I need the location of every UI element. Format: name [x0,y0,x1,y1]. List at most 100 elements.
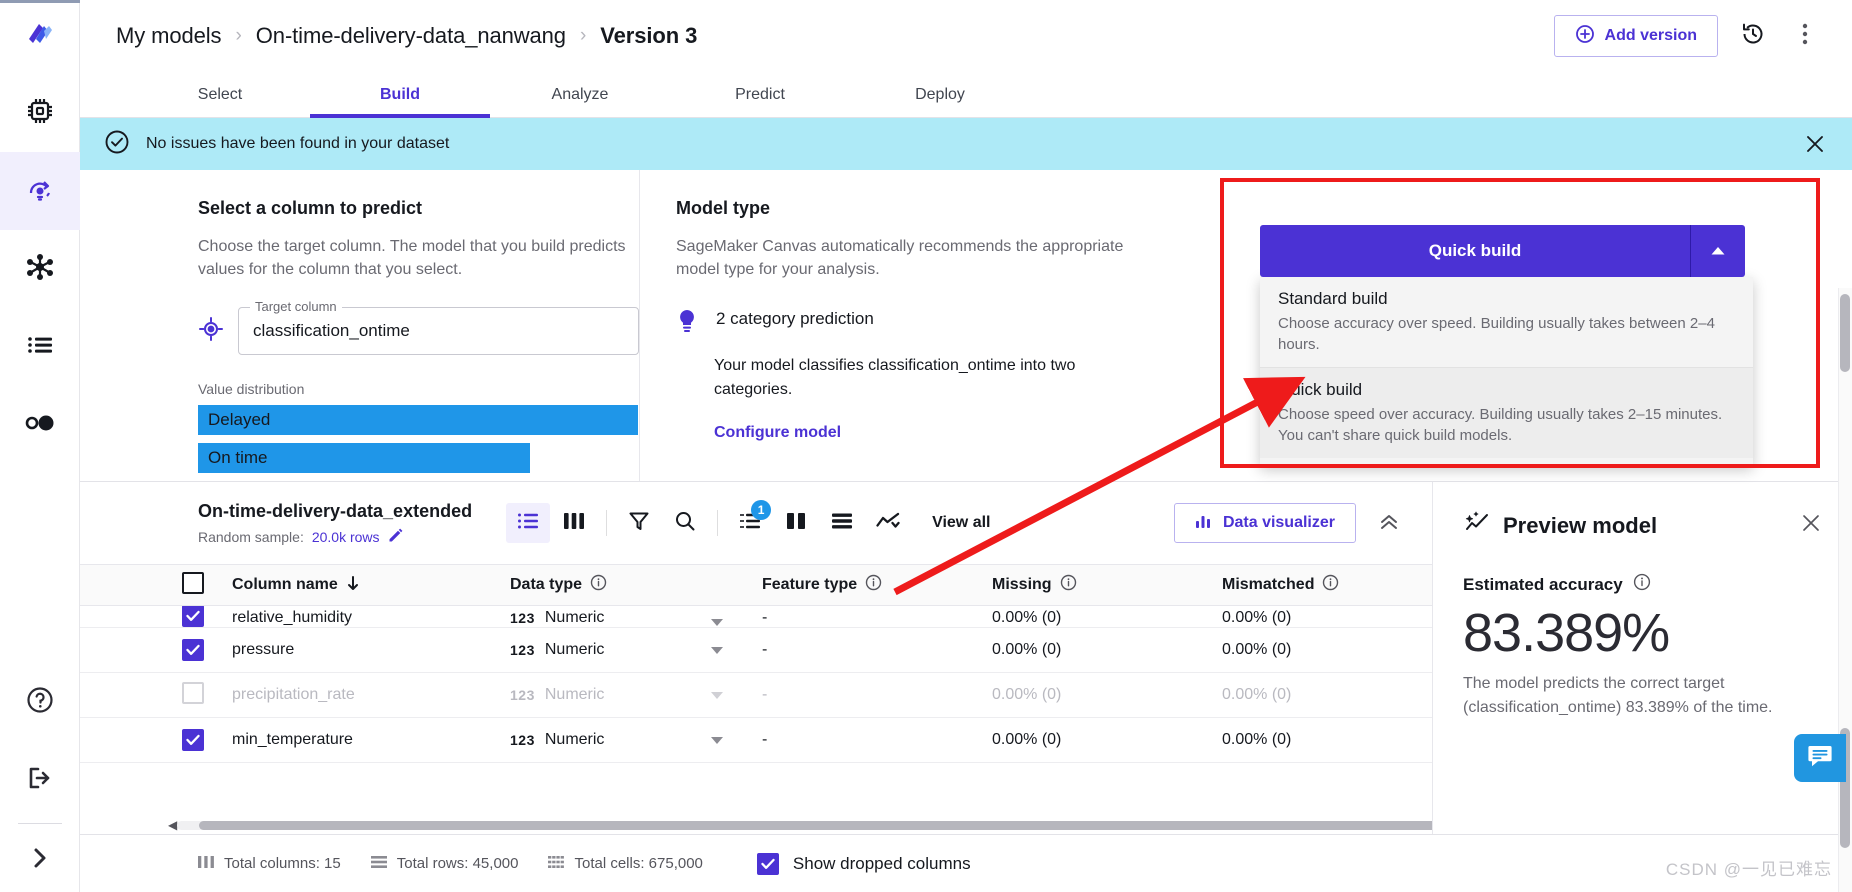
show-dropped-checkbox[interactable] [756,852,779,875]
th-data-type[interactable]: Data type [510,574,762,596]
tool-trend-chart[interactable] [866,503,910,543]
row-select-cell [182,729,232,752]
th-column-name[interactable]: Column name [232,575,510,596]
tool-ordered-list[interactable]: 1 [728,500,772,543]
info-icon[interactable] [1322,574,1339,596]
menu-item-title: Quick build [1278,380,1363,399]
version-history-button[interactable] [1736,19,1770,53]
double-chevron-up-icon [1377,509,1401,538]
build-dropdown-toggle[interactable] [1690,225,1745,277]
th-mismatched[interactable]: Mismatched [1222,574,1452,596]
tab-select[interactable]: Select [130,72,310,117]
info-icon[interactable] [1060,574,1077,596]
tab-analyze[interactable]: Analyze [490,72,670,117]
estimated-accuracy-value: 83.389% [1463,603,1670,664]
kebab-menu-icon [1802,22,1808,51]
pencil-icon[interactable] [388,528,403,546]
build-content: Select a column to predict Choose the ta… [80,170,1852,892]
tool-list-view[interactable] [506,503,551,544]
breadcrumb-item-dataset[interactable]: On-time-delivery-data_nanwang [256,23,566,49]
data-type-dropdown[interactable] [710,646,762,655]
target-column-panel: Select a column to predict Choose the ta… [80,170,640,482]
row-checkbox[interactable] [182,729,204,752]
tab-predict[interactable]: Predict [670,72,850,117]
data-type-label: Numeric [544,731,605,749]
view-all-link[interactable]: View all [932,514,990,532]
sidebar-item-network[interactable] [0,230,80,308]
quick-build-button[interactable]: Quick build [1260,225,1745,277]
configure-model-link[interactable]: Configure model [714,424,1200,442]
table-row[interactable]: min_temperature 123 Numeric - 0.00% (0) … [80,718,1432,764]
sample-value[interactable]: 20.0k rows [312,529,380,545]
row-checkbox[interactable] [182,681,204,704]
footer-label: Total cells: 675,000 [574,855,703,872]
data-type-dropdown[interactable] [710,736,762,745]
cell-feature-type: - [762,641,768,659]
collapse-panel-button[interactable] [1372,506,1406,540]
show-dropped-columns-toggle[interactable]: Show dropped columns [756,852,971,875]
row-checkbox[interactable] [182,639,204,662]
left-sidebar [0,0,80,892]
page-vertical-scrollbar[interactable] [1838,288,1852,892]
numeric-badge: 123 [510,687,535,704]
scroll-thumb-top[interactable] [1840,294,1850,372]
scroll-track[interactable] [177,820,1500,830]
add-version-label: Add version [1604,27,1697,44]
dataset-toolbar: On-time-delivery-data_extended Random sa… [80,482,1432,564]
sidebar-item-logo[interactable] [0,0,80,74]
tool-search[interactable] [663,503,707,543]
menu-item-quick-build[interactable]: Quick build Choose speed over accuracy. … [1260,368,1753,458]
sidebar-item-models[interactable] [0,152,80,230]
sidebar-item-expand[interactable] [0,828,80,892]
tab-label: Predict [735,85,785,103]
breadcrumb: My models › On-time-delivery-data_nanwan… [116,23,697,49]
data-type-dropdown[interactable] [710,691,762,700]
th-missing[interactable]: Missing [992,574,1222,596]
sidebar-item-chip[interactable] [0,74,80,152]
chat-bubble-icon [1807,744,1833,773]
table-horizontal-scrollbar[interactable]: ◀ [80,816,1500,834]
tool-columns-view[interactable] [552,503,596,543]
sidebar-item-list[interactable] [0,308,80,386]
breadcrumb-item-my-models[interactable]: My models [116,23,222,49]
sidebar-item-logout[interactable] [0,741,80,819]
sidebar-item-help[interactable] [0,663,80,741]
tool-split-view[interactable] [774,503,818,543]
scroll-left-arrow[interactable]: ◀ [168,818,177,832]
cell-column-name: pressure [232,641,295,659]
info-icon[interactable] [1633,573,1651,596]
table-body[interactable]: relative_humidity 123 Numeric - 0.00% (0… [80,606,1432,816]
tab-build[interactable]: Build [310,72,490,118]
sparkle-chart-icon [1463,510,1491,541]
table-row[interactable]: relative_humidity 123 Numeric - 0.00% (0… [80,606,1432,629]
circles-icon [23,410,57,441]
sidebar-item-toggle[interactable] [0,386,80,464]
target-column-field[interactable]: Target column classification_ontime [238,299,639,356]
tool-rows[interactable] [820,503,864,543]
add-version-button[interactable]: Add version [1553,15,1718,57]
menu-item-standard-build[interactable]: Standard build Choose accuracy over spee… [1260,277,1753,368]
tool-filter[interactable] [617,503,661,543]
tab-deploy[interactable]: Deploy [850,72,1030,117]
cell-data-type: 123 Numeric [510,609,710,627]
th-feature-type[interactable]: Feature type [762,574,992,596]
dataset-name: On-time-delivery-data_extended [198,500,473,521]
info-icon[interactable] [590,574,607,596]
chat-support-button[interactable] [1794,734,1846,782]
table-row[interactable]: precipitation_rate 123 Numeric - 0.00% (… [80,673,1432,719]
more-options-button[interactable] [1788,19,1822,53]
row-checkbox[interactable] [182,606,204,628]
data-visualizer-button[interactable]: Data visualizer [1173,503,1356,544]
cell-missing: 0.00% (0) [992,731,1062,749]
data-type-dropdown[interactable] [710,618,762,627]
data-visualizer-label: Data visualizer [1222,514,1335,532]
build-button-group: Quick build Standard build Choose accura… [1260,225,1753,466]
table-row[interactable]: pressure 123 Numeric - 0.00% (0) 0.00% (… [80,628,1432,674]
model-build-icon [24,173,56,210]
select-all-checkbox[interactable] [182,571,204,594]
menu-item-desc: Choose accuracy over speed. Building usu… [1278,315,1715,353]
preview-close-button[interactable] [1800,512,1822,539]
info-icon[interactable] [865,574,882,596]
banner-close-button[interactable] [1804,133,1826,155]
scroll-thumb[interactable] [199,820,1500,830]
